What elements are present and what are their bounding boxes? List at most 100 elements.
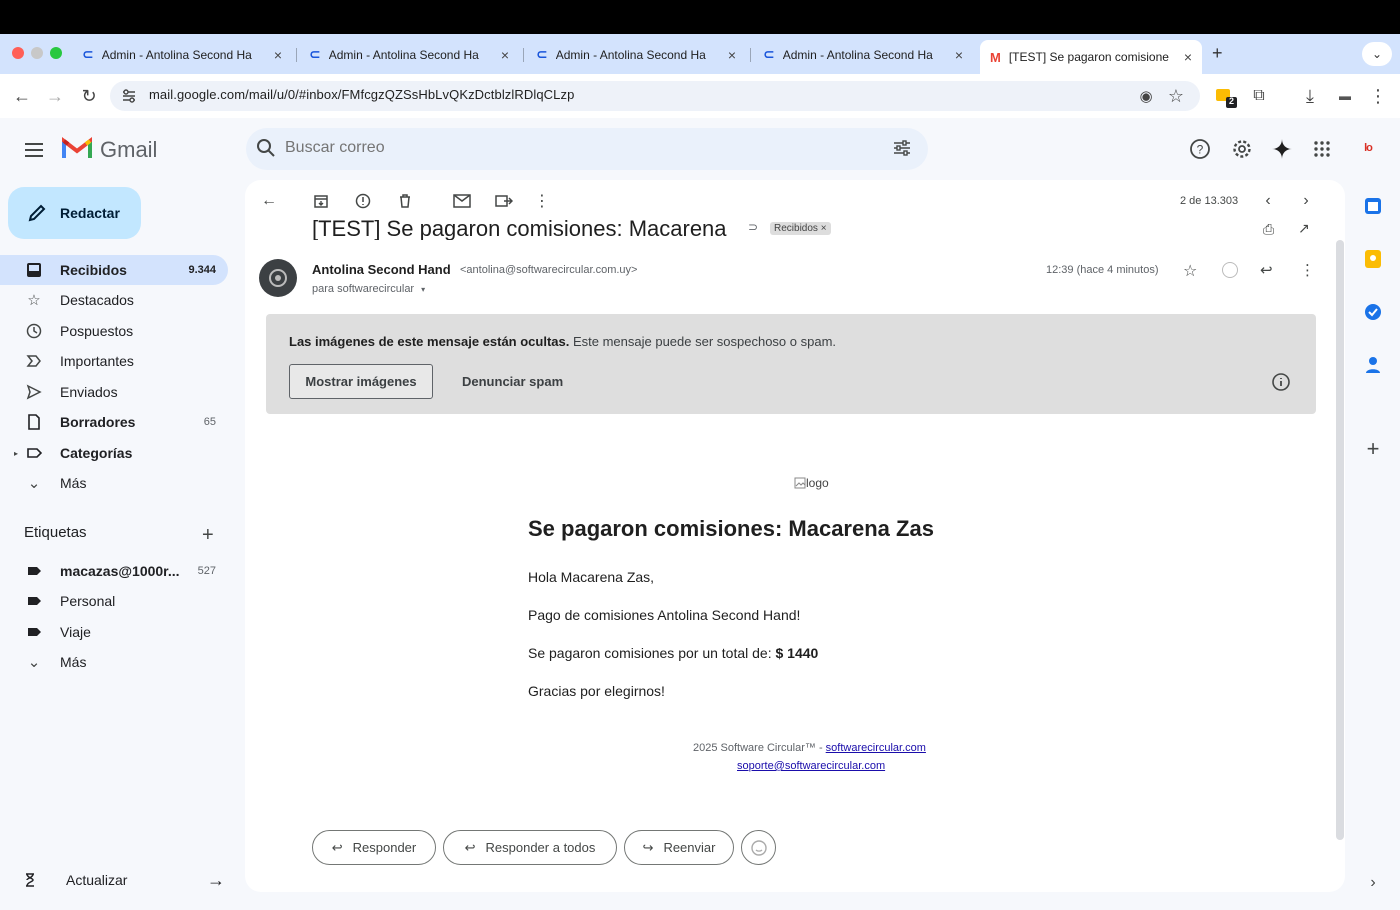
important-icon xyxy=(24,351,44,371)
archive-icon[interactable] xyxy=(311,191,331,211)
tab-search-icon[interactable]: ⌄ xyxy=(1362,42,1392,66)
label-item[interactable]: Personal xyxy=(0,586,228,616)
browser-tab[interactable]: ⊂ Admin - Antolina Second Ha × xyxy=(72,41,292,68)
window-maximize-button[interactable] xyxy=(50,47,62,59)
gmail-logo-icon[interactable] xyxy=(62,136,92,160)
sidebar-item-categories[interactable]: Categorías xyxy=(0,438,228,468)
footer-website-link[interactable]: softwarecircular.com xyxy=(826,742,926,754)
add-label-icon[interactable]: + xyxy=(202,524,214,547)
site-settings-icon[interactable] xyxy=(120,87,138,105)
tasks-icon[interactable] xyxy=(1362,301,1384,323)
update-row[interactable]: Actualizar → xyxy=(20,866,225,894)
smiley-icon xyxy=(750,839,767,856)
tab-separator xyxy=(750,48,751,62)
keep-icon[interactable] xyxy=(1362,248,1384,270)
apps-grid-icon[interactable] xyxy=(1310,137,1334,161)
reply-icon[interactable]: ↩ xyxy=(1260,261,1273,279)
report-spam-button[interactable]: Denunciar spam xyxy=(462,374,563,389)
label-item[interactable]: macazas@1000r... 527 xyxy=(0,556,228,586)
mark-unread-icon[interactable] xyxy=(452,191,472,211)
compose-button[interactable]: Redactar xyxy=(8,187,141,239)
browser-tab[interactable]: ⊂ Admin - Antolina Second Ha × xyxy=(299,41,519,68)
browser-menu-icon[interactable]: ⋮ xyxy=(1368,86,1388,106)
print-icon[interactable]: ⎙ xyxy=(1263,221,1274,238)
back-icon[interactable]: ← xyxy=(12,86,32,106)
window-minimize-button[interactable] xyxy=(31,47,43,59)
sender-avatar[interactable] xyxy=(259,259,297,297)
eye-icon[interactable]: ◉ xyxy=(1136,86,1156,106)
important-marker-icon[interactable]: ⊃ xyxy=(748,220,758,234)
tab-close-icon[interactable]: × xyxy=(955,47,963,63)
star-icon[interactable]: ☆ xyxy=(1183,261,1197,281)
tab-close-icon[interactable]: × xyxy=(728,47,736,63)
search-input[interactable] xyxy=(285,139,845,157)
label-item[interactable]: Viaje xyxy=(0,617,228,647)
sidebar-item-drafts[interactable]: Borradores 65 xyxy=(0,407,228,437)
help-icon[interactable]: ? xyxy=(1188,137,1212,161)
reload-icon[interactable]: ↻ xyxy=(79,86,99,106)
account-avatar[interactable]: lo xyxy=(1352,136,1384,160)
sidebar-item-starred[interactable]: ☆ Destacados xyxy=(0,285,228,315)
download-icon[interactable]: ⤓ xyxy=(1300,86,1320,106)
email-body-heading: Se pagaron comisiones: Macarena Zas xyxy=(528,516,934,541)
svg-text:?: ? xyxy=(1197,143,1204,157)
tab-close-icon[interactable]: × xyxy=(501,47,509,63)
main-menu-icon[interactable] xyxy=(22,138,46,162)
sidebar-item-more[interactable]: ⌄ Más xyxy=(0,468,228,498)
tab-favicon-icon: ⊂ xyxy=(309,46,321,62)
browser-tab[interactable]: ⊂ Admin - Antolina Second Ha × xyxy=(526,41,746,68)
reading-pane-scrollbar[interactable] xyxy=(1336,240,1344,840)
search-icon[interactable] xyxy=(256,138,276,158)
tab-close-icon[interactable]: × xyxy=(274,47,282,63)
details-caret-icon[interactable]: ▾ xyxy=(421,285,425,294)
gemini-sparkle-icon[interactable] xyxy=(1270,137,1294,161)
email-amount-line: Se pagaron comisiones por un total de: $… xyxy=(528,645,819,661)
email-line: Gracias por elegirnos! xyxy=(528,683,665,699)
search-options-icon[interactable] xyxy=(892,138,912,158)
footer-support-email-link[interactable]: soporte@softwarecircular.com xyxy=(737,760,885,772)
contacts-icon[interactable] xyxy=(1362,354,1384,376)
browser-tab-active[interactable]: M [TEST] Se pagaron comisione × xyxy=(980,40,1202,74)
calendar-icon[interactable] xyxy=(1362,195,1384,217)
sidebar-item-sent[interactable]: Enviados xyxy=(0,377,228,407)
back-to-inbox-icon[interactable]: ← xyxy=(259,191,279,211)
forward-button[interactable]: ↪ Reenviar xyxy=(624,830,734,865)
recipient-line[interactable]: para softwarecircular ▾ xyxy=(312,283,425,295)
show-images-button[interactable]: Mostrar imágenes xyxy=(289,364,433,399)
add-addon-icon[interactable]: + xyxy=(1362,436,1384,461)
open-new-window-icon[interactable]: ↗ xyxy=(1298,220,1310,237)
browser-tab[interactable]: ⊂ Admin - Antolina Second Ha × xyxy=(753,41,973,68)
report-spam-icon[interactable] xyxy=(353,191,373,211)
move-to-icon[interactable] xyxy=(494,191,514,211)
arrow-right-icon: → xyxy=(207,869,225,890)
reply-all-button[interactable]: ↩ Responder a todos xyxy=(443,830,617,865)
profile-icon[interactable]: ▬ xyxy=(1335,86,1355,106)
emoji-reaction-icon[interactable] xyxy=(1222,262,1238,278)
spam-warning-text: Las imágenes de este mensaje están ocult… xyxy=(289,334,837,349)
emoji-react-button[interactable] xyxy=(741,830,776,865)
reply-button[interactable]: ↩ Responder xyxy=(312,830,436,865)
window-close-button[interactable] xyxy=(12,47,24,59)
delete-icon[interactable] xyxy=(395,191,415,211)
sidebar-item-important[interactable]: Importantes xyxy=(0,346,228,376)
tab-favicon-icon: ⊂ xyxy=(763,46,775,62)
side-panel-toggle-icon[interactable]: › xyxy=(1362,872,1384,894)
labels-more[interactable]: ⌄ Más xyxy=(0,647,228,677)
older-chevron-icon[interactable]: › xyxy=(1296,191,1316,211)
star-icon: ☆ xyxy=(27,292,41,309)
bookmark-star-icon[interactable]: ☆ xyxy=(1166,86,1186,106)
settings-gear-icon[interactable] xyxy=(1230,137,1254,161)
extensions-puzzle-icon[interactable]: ⧉ xyxy=(1249,86,1269,106)
update-icon xyxy=(20,872,40,888)
forward-icon[interactable]: → xyxy=(45,86,65,106)
inbox-label-chip[interactable]: Recibidos × xyxy=(770,222,831,235)
sidebar-item-snoozed[interactable]: Pospuestos xyxy=(0,316,228,346)
info-icon[interactable] xyxy=(1271,372,1291,392)
new-tab-icon[interactable]: + xyxy=(1212,43,1223,64)
tab-close-icon[interactable]: × xyxy=(1184,49,1192,65)
newer-chevron-icon[interactable]: ‹ xyxy=(1258,191,1278,211)
sidebar-item-inbox[interactable]: Recibidos 9.344 xyxy=(0,255,228,285)
message-more-icon[interactable]: ⋮ xyxy=(1300,261,1315,279)
more-options-icon[interactable]: ⋮ xyxy=(532,191,552,211)
extension-icon[interactable]: 2 xyxy=(1214,85,1238,109)
